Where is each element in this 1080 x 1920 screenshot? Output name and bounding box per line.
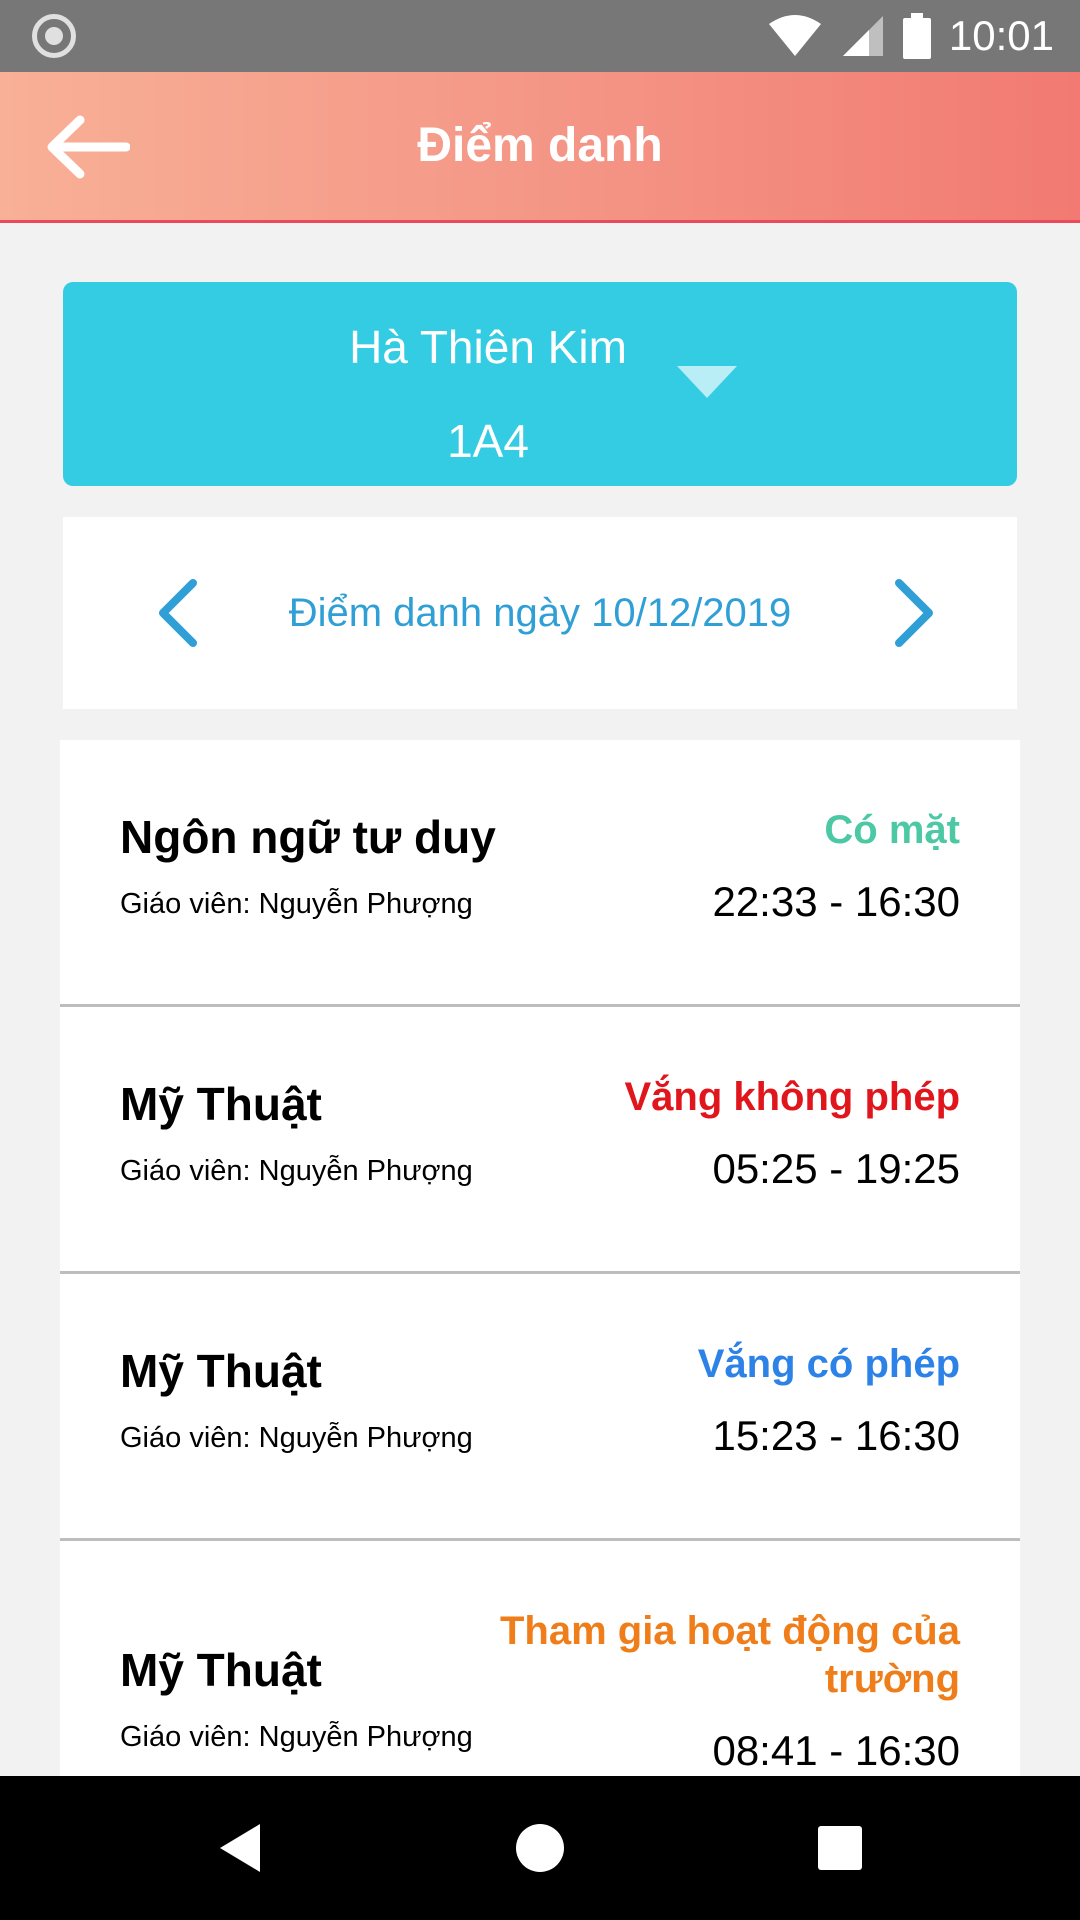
nav-home-icon [516, 1824, 564, 1872]
signal-icon [842, 16, 883, 56]
time-range: 22:33 - 16:30 [712, 878, 960, 925]
status-bar: 10:01 [0, 0, 1080, 72]
nav-home-button[interactable] [512, 1820, 568, 1876]
attendance-item[interactable]: Mỹ Thuật Giáo viên: Nguyễn Phượng Vắng k… [60, 1007, 1020, 1274]
previous-date-button[interactable] [143, 573, 213, 653]
back-button[interactable] [46, 112, 131, 182]
next-date-button[interactable] [879, 573, 949, 653]
attendance-status: Vắng không phép [624, 1075, 960, 1119]
attendance-item[interactable]: Mỹ Thuật Giáo viên: Nguyễn Phượng Tham g… [60, 1541, 1020, 1808]
attendance-status: Vắng có phép [697, 1342, 960, 1386]
nav-back-button[interactable] [214, 1820, 270, 1876]
wifi-icon [768, 15, 821, 56]
student-selector[interactable]: Hà Thiên Kim 1A4 [63, 282, 1017, 486]
attendance-item[interactable]: Mỹ Thuật Giáo viên: Nguyễn Phượng Vắng c… [60, 1274, 1020, 1541]
subject-name: Mỹ Thuật [120, 1644, 322, 1696]
subject-name: Ngôn ngữ tư duy [120, 811, 496, 863]
time-range: 05:25 - 19:25 [712, 1145, 960, 1192]
system-nav-bar [0, 1776, 1080, 1920]
teacher-name: Giáo viên: Nguyễn Phượng [120, 1155, 473, 1187]
screen: 10:01 Điểm danh Hà Thiên Kim 1A4 Điểm da… [0, 0, 1080, 1920]
battery-icon [902, 13, 931, 59]
subject-name: Mỹ Thuật [120, 1078, 322, 1130]
attendance-status: Tham gia hoạt động của trường [499, 1609, 960, 1701]
subject-name: Mỹ Thuật [120, 1345, 322, 1397]
date-navigator: Điểm danh ngày 10/12/2019 [63, 517, 1017, 709]
attendance-list: Ngôn ngữ tư duy Giáo viên: Nguyễn Phượng… [60, 740, 1020, 1808]
caret-down-icon [677, 366, 737, 398]
time-range: 15:23 - 16:30 [712, 1412, 960, 1459]
arrow-left-icon [47, 115, 131, 179]
student-name: Hà Thiên Kim [349, 321, 627, 373]
attendance-status: Có mặt [824, 808, 960, 852]
nav-back-icon [220, 1824, 260, 1872]
teacher-name: Giáo viên: Nguyễn Phượng [120, 1721, 473, 1753]
chevron-right-icon [895, 579, 933, 647]
attendance-item[interactable]: Ngôn ngữ tư duy Giáo viên: Nguyễn Phượng… [60, 740, 1020, 1007]
chevron-left-icon [159, 579, 197, 647]
status-right: 10:01 [767, 0, 1054, 72]
date-label: Điểm danh ngày 10/12/2019 [288, 591, 792, 635]
page-title: Điểm danh [417, 119, 663, 172]
teacher-name: Giáo viên: Nguyễn Phượng [120, 1422, 473, 1454]
app-bar: Điểm danh [0, 72, 1080, 223]
time-range: 08:41 - 16:30 [712, 1727, 960, 1774]
status-time: 10:01 [948, 12, 1054, 59]
teacher-name: Giáo viên: Nguyễn Phượng [120, 888, 473, 920]
student-class: 1A4 [447, 415, 529, 467]
nav-recents-button[interactable] [812, 1820, 868, 1876]
record-icon [32, 14, 76, 58]
nav-recents-icon [818, 1826, 862, 1870]
